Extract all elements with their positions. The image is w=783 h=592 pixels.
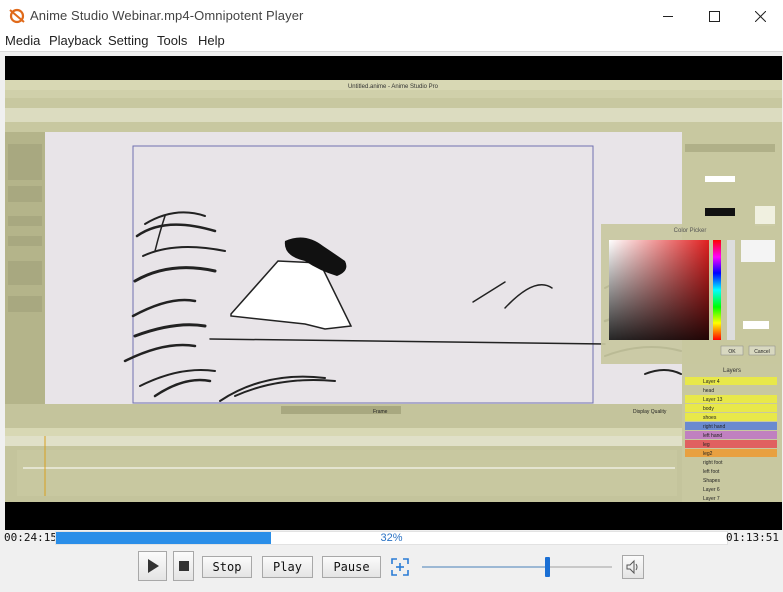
layer-name: Layer 6	[703, 487, 720, 493]
maximize-button[interactable]	[691, 0, 737, 32]
speaker-icon	[626, 559, 638, 575]
cancel-label: Cancel	[754, 349, 770, 355]
progress-percent: 32%	[380, 532, 403, 544]
maximize-icon	[708, 10, 720, 22]
stop-button[interactable]: Stop	[202, 556, 252, 578]
layer-name: body	[703, 406, 714, 412]
layer-name: leg2	[703, 451, 713, 457]
play-icon	[147, 559, 159, 573]
current-time: 00:24:15	[4, 531, 57, 544]
layer-name: Layer 13	[703, 397, 723, 403]
stop-square-button[interactable]	[173, 551, 194, 581]
layer-name: Layer 4	[703, 379, 720, 385]
layer-row[interactable]	[685, 467, 777, 475]
app-logo-icon	[9, 8, 25, 24]
layer-row[interactable]	[685, 422, 777, 430]
menu-setting[interactable]: Setting	[108, 33, 148, 48]
layer-row[interactable]	[685, 431, 777, 439]
volume-thumb[interactable]	[545, 557, 551, 577]
ok-label: OK	[728, 349, 736, 355]
window-title: Anime Studio Webinar.mp4-Omnipotent Play…	[30, 8, 304, 23]
layer-name: shoes	[703, 415, 717, 421]
layer-row[interactable]	[685, 440, 777, 448]
progress-bar[interactable]: 32%	[55, 531, 728, 545]
close-icon	[754, 10, 766, 22]
total-time: 01:13:51	[726, 531, 779, 544]
volume-fill	[422, 566, 548, 568]
layer-name: left hand	[703, 433, 722, 439]
fullscreen-button[interactable]	[389, 556, 411, 578]
layer-row[interactable]	[685, 413, 777, 421]
video-content: Untitled.anime - Anime Studio Pro Color …	[5, 80, 782, 502]
frame-label: Frame	[373, 409, 388, 415]
layer-row[interactable]	[685, 476, 777, 484]
layer-name: right hand	[703, 424, 725, 430]
volume-slider[interactable]	[422, 557, 612, 577]
play-button[interactable]: Play	[262, 556, 313, 578]
time-bar: 00:24:15 32% 01:13:51	[0, 530, 783, 546]
inner-app-title: Untitled.anime - Anime Studio Pro	[348, 84, 439, 90]
layers-title: Layers	[723, 368, 741, 374]
layer-row[interactable]	[685, 404, 777, 412]
pause-button[interactable]: Pause	[322, 556, 381, 578]
menu-help[interactable]: Help	[198, 33, 225, 48]
fullscreen-icon	[391, 558, 409, 576]
layer-name: Shapes	[703, 478, 720, 484]
close-button[interactable]	[737, 0, 783, 32]
menu-playback[interactable]: Playback	[49, 33, 102, 48]
layer-name: head	[703, 388, 714, 394]
layer-row[interactable]	[685, 449, 777, 457]
stop-square-icon	[178, 561, 189, 571]
volume-button[interactable]	[622, 555, 644, 579]
layer-name: right foot	[703, 460, 723, 466]
title-bar: Anime Studio Webinar.mp4-Omnipotent Play…	[0, 0, 783, 32]
control-bar: Stop Play Pause	[0, 546, 783, 592]
layer-row[interactable]	[685, 485, 777, 493]
menu-tools[interactable]: Tools	[157, 33, 187, 48]
layer-row[interactable]	[685, 494, 777, 502]
display-quality: Display Quality	[633, 409, 667, 415]
play-toggle-button[interactable]	[138, 551, 167, 581]
color-picker-title: Color Picker	[674, 228, 707, 234]
layer-row[interactable]	[685, 386, 777, 394]
minimize-icon	[663, 16, 673, 17]
minimize-button[interactable]	[645, 0, 691, 32]
menu-media[interactable]: Media	[5, 33, 40, 48]
layer-row[interactable]	[685, 458, 777, 466]
layer-name: Layer 7	[703, 496, 720, 502]
video-frame[interactable]: Untitled.anime - Anime Studio Pro Color …	[5, 56, 782, 530]
layer-row[interactable]	[685, 395, 777, 403]
menu-bar: Media Playback Setting Tools Help	[0, 32, 783, 52]
layer-row[interactable]	[685, 377, 777, 385]
layer-name: left foot	[703, 469, 720, 475]
layer-name: leg	[703, 442, 710, 448]
